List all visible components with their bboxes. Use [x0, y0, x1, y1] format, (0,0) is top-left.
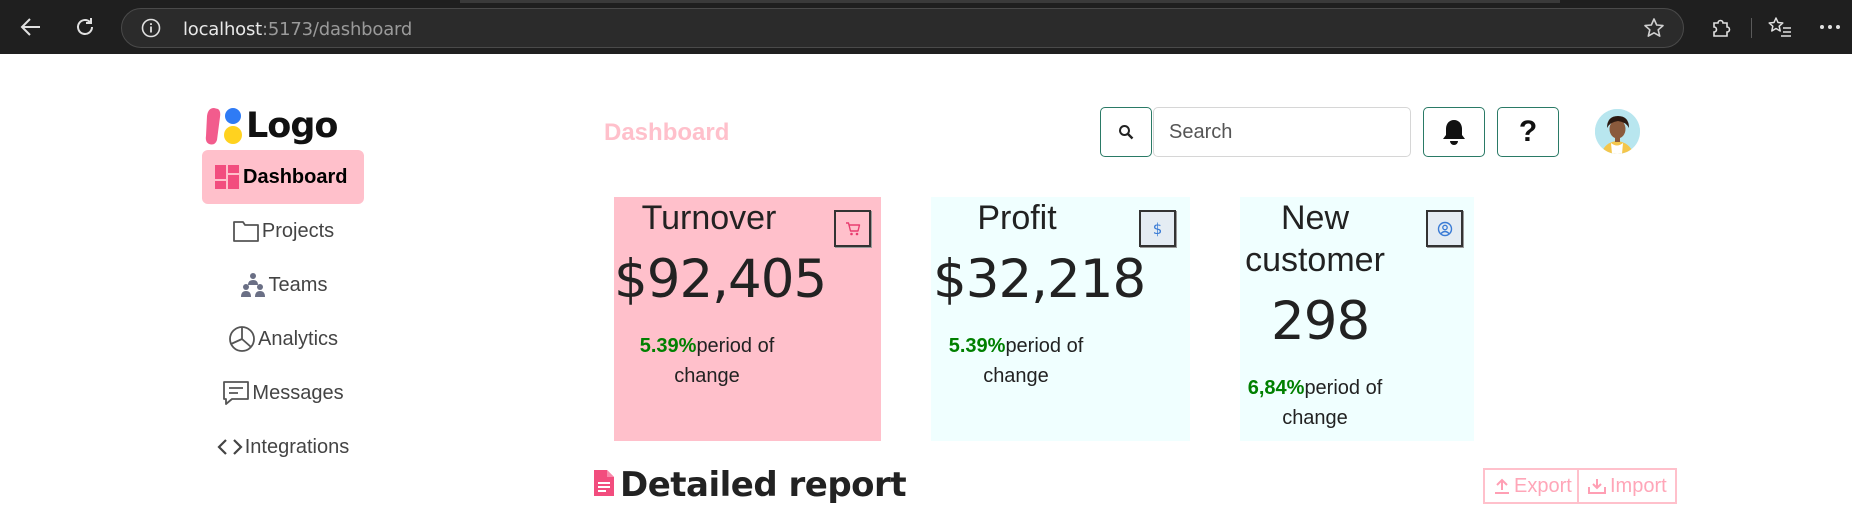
cart-icon — [845, 221, 860, 235]
back-button[interactable] — [15, 11, 47, 43]
search-icon — [1119, 125, 1134, 140]
toolbar-separator — [1751, 18, 1752, 38]
card-change: 5.39%period of change — [632, 331, 782, 391]
back-arrow-icon — [20, 18, 40, 36]
change-percent: 5.39% — [639, 335, 697, 357]
logo-text: Logo — [246, 106, 338, 146]
sidebar-item-messages[interactable]: Messages — [202, 366, 364, 420]
search-button[interactable] — [1100, 107, 1152, 157]
folder-icon — [232, 219, 260, 243]
tab-strip — [460, 0, 1560, 3]
sidebar-item-label: Projects — [261, 219, 335, 242]
message-icon — [222, 380, 250, 406]
url-path: :5173/dashboard — [262, 19, 413, 40]
page-title: Dashboard — [604, 119, 730, 146]
card-change: 6,84%period of change — [1240, 373, 1390, 433]
export-label: Export — [1514, 474, 1572, 497]
sidebar-item-label: Dashboard — [243, 165, 348, 188]
sidebar-item-analytics[interactable]: Analytics — [202, 312, 364, 366]
dollar-icon: $ — [1152, 219, 1163, 238]
teams-icon — [239, 272, 267, 298]
card-title: Profit — [977, 199, 1057, 237]
import-button[interactable]: Import — [1577, 468, 1677, 504]
document-icon — [592, 469, 616, 502]
help-button[interactable]: ? — [1497, 107, 1559, 157]
change-percent: 6,84% — [1247, 377, 1305, 399]
card-value: $92,405 — [614, 249, 827, 310]
new-customer-card: New customer 298 6,84%period of change — [1240, 197, 1474, 441]
help-label: ? — [1518, 115, 1538, 148]
export-button[interactable]: Export — [1483, 468, 1579, 504]
sidebar-nav: Dashboard Projects Teams Analytics Messa… — [202, 150, 364, 474]
report-title: Detailed report — [620, 465, 907, 505]
url-host: localhost — [183, 19, 262, 40]
card-value: 298 — [1271, 291, 1370, 352]
dashboard-icon — [214, 164, 240, 190]
bell-icon — [1443, 120, 1465, 145]
card-value: $32,218 — [933, 249, 1146, 310]
code-icon — [217, 437, 243, 457]
site-info-icon[interactable] — [141, 18, 161, 43]
user-circle-icon — [1437, 221, 1452, 236]
avatar[interactable] — [1595, 109, 1640, 154]
sidebar-item-dashboard[interactable]: Dashboard — [202, 150, 364, 204]
address-bar[interactable]: localhost:5173/dashboard — [121, 8, 1684, 48]
sidebar-item-label: Analytics — [257, 327, 339, 350]
pie-chart-icon — [228, 325, 256, 353]
ellipsis-icon — [1820, 25, 1840, 29]
search-input[interactable] — [1153, 107, 1411, 157]
sidebar-item-teams[interactable]: Teams — [202, 258, 364, 312]
sidebar-item-label: Messages — [252, 381, 344, 404]
logo[interactable]: Logo — [204, 106, 338, 146]
sidebar-item-projects[interactable]: Projects — [202, 204, 364, 258]
browser-toolbar: localhost:5173/dashboard — [0, 0, 1852, 54]
user-circle-icon-button[interactable] — [1426, 210, 1463, 247]
more-menu-button[interactable] — [1814, 11, 1846, 43]
url-text[interactable]: localhost:5173/dashboard — [183, 19, 412, 40]
extensions-button[interactable] — [1705, 11, 1737, 43]
upload-icon — [1493, 477, 1511, 495]
sidebar-item-label: Integrations — [244, 435, 350, 458]
page-content: Logo Dashboard Projects Teams Analytics — [0, 54, 1852, 517]
sidebar-item-label: Teams — [268, 273, 328, 296]
import-label: Import — [1610, 474, 1667, 497]
turnover-card: Turnover $92,405 5.39%period of change — [614, 197, 881, 441]
favorites-button[interactable] — [1764, 11, 1796, 43]
profit-card: Profit $ $32,218 5.39%period of change — [931, 197, 1190, 441]
reload-icon — [77, 18, 93, 35]
sidebar-item-integrations[interactable]: Integrations — [202, 420, 364, 474]
puzzle-icon — [1713, 19, 1731, 37]
card-title: New customer — [1245, 199, 1385, 279]
change-percent: 5.39% — [948, 335, 1006, 357]
reload-button[interactable] — [69, 11, 101, 43]
favorite-star-icon[interactable] — [1643, 17, 1665, 44]
card-title: Turnover — [641, 199, 777, 237]
card-change: 5.39%period of change — [941, 331, 1091, 391]
logo-mark-icon — [204, 106, 244, 146]
report-header: Detailed report — [592, 465, 907, 505]
cart-icon-button[interactable] — [834, 210, 871, 247]
favorites-list-icon — [1768, 17, 1791, 37]
download-tray-icon — [1587, 477, 1607, 495]
dollar-icon-button[interactable]: $ — [1139, 210, 1176, 247]
notifications-button[interactable] — [1423, 107, 1485, 157]
